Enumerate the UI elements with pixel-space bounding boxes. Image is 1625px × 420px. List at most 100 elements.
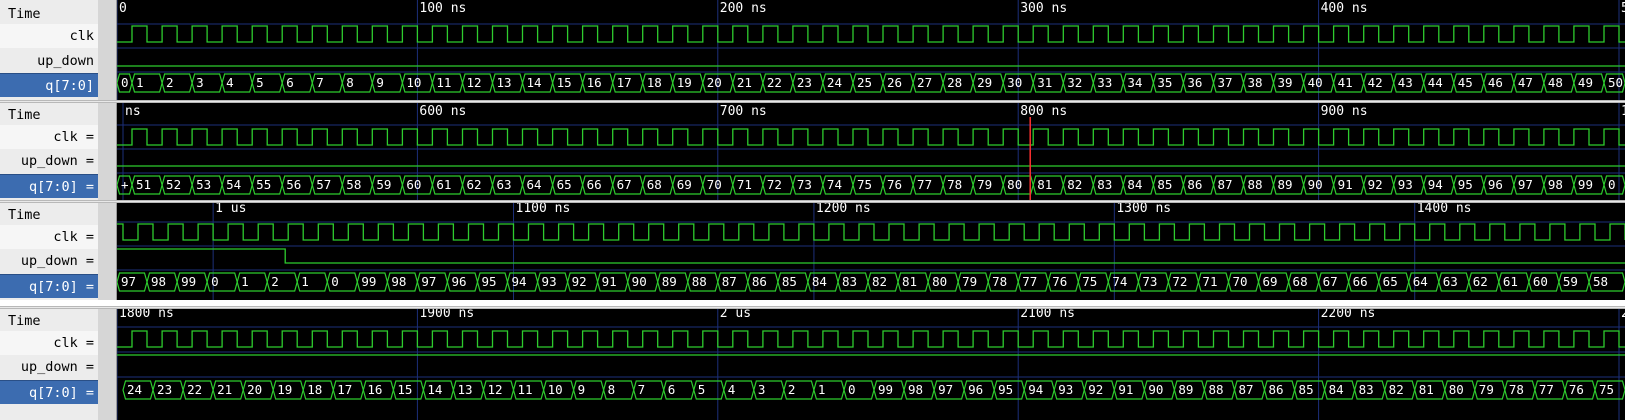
- bus-value-label: 56: [286, 177, 301, 192]
- bus-value-label: 75: [857, 177, 872, 192]
- time-tick-label: 2200 ns: [1321, 309, 1376, 321]
- time-tick-label: 400 ns: [1321, 1, 1368, 16]
- pane-splitter[interactable]: [98, 0, 117, 100]
- bus-value-label: 23: [797, 75, 812, 90]
- bus-value-label: 4: [728, 382, 736, 397]
- bus-value-label: 75: [1599, 382, 1614, 397]
- bus-value-label: 81: [902, 274, 917, 289]
- signal-name-q[interactable]: q[7:0] =: [0, 274, 98, 298]
- bus-value-label: 18: [647, 75, 662, 90]
- time-tick-label: 700 ns: [720, 104, 767, 119]
- time-tick-label: 600 ns: [419, 104, 466, 119]
- bus-value-label: 82: [872, 274, 887, 289]
- bus-value-label: 66: [1353, 274, 1368, 289]
- pane-splitter[interactable]: [98, 309, 117, 420]
- bus-value-label: 93: [542, 274, 557, 289]
- bus-value-label: 60: [1533, 274, 1548, 289]
- bus-value-label: 82: [1389, 382, 1404, 397]
- bus-value-label: 78: [1509, 382, 1524, 397]
- bus-value-label: 70: [1232, 274, 1247, 289]
- signal-name-up-down[interactable]: up_down =: [0, 149, 98, 173]
- signal-name-up-down[interactable]: up_down =: [0, 355, 98, 379]
- bus-value-label: 92: [1368, 177, 1383, 192]
- bus-value-label: 89: [1178, 382, 1193, 397]
- bus-value-label: 24: [827, 75, 842, 90]
- bus-value-label: 59: [1563, 274, 1578, 289]
- bus-value-label: 12: [487, 382, 502, 397]
- waveform-canvas[interactable]: 1800 ns 1900 ns 2 us 2100 ns 2200 ns 224 23 22 2…: [117, 309, 1625, 420]
- bus-value-label: 3: [196, 75, 204, 90]
- bus-value-label: 21: [217, 382, 232, 397]
- bus-value-label: 96: [968, 382, 983, 397]
- bus-value-label: 80: [1449, 382, 1464, 397]
- bus-value-label: 15: [397, 382, 412, 397]
- bus-value-label: 74: [827, 177, 842, 192]
- bus-value-label: 67: [617, 177, 632, 192]
- bus-value-label: 17: [617, 75, 632, 90]
- bus-value-label: 81: [1419, 382, 1434, 397]
- bus-value-label: 67: [1323, 274, 1338, 289]
- time-label: Time: [8, 107, 41, 123]
- signal-name-clk[interactable]: clk: [0, 24, 98, 48]
- time-tick-label: 200 ns: [720, 1, 767, 16]
- bus-value-label: 13: [457, 382, 472, 397]
- bus-value-label: 64: [527, 177, 542, 192]
- waveform-canvas[interactable]: ns 600 ns 700 ns 800 ns 900 ns 1 u +51 52 53 54 55…: [117, 103, 1625, 200]
- bus-value-label: 80: [1007, 177, 1022, 192]
- pane-splitter[interactable]: [98, 103, 117, 200]
- signal-name-q[interactable]: q[7:0]: [0, 73, 98, 97]
- bus-value-label: 79: [977, 177, 992, 192]
- signal-name-clk[interactable]: clk =: [0, 225, 98, 249]
- bus-value-label: 37: [1217, 75, 1232, 90]
- bus-value-label: 0: [331, 274, 339, 289]
- signal-name-up-down[interactable]: up_down =: [0, 249, 98, 273]
- signal-name-clk[interactable]: clk =: [0, 331, 98, 355]
- time-tick-label: 1900 ns: [419, 309, 474, 321]
- bus-value-label: 90: [1308, 177, 1323, 192]
- bus-value-label: 71: [1202, 274, 1217, 289]
- bus-value-label: 68: [1293, 274, 1308, 289]
- time-label: Time: [8, 313, 41, 329]
- bus-value-label: 75: [1082, 274, 1097, 289]
- waveform-canvas[interactable]: 1 us 1100 ns 1200 ns 1300 ns 1400 ns 97 98 99 0 1…: [117, 203, 1625, 300]
- bus-value-label: 47: [1518, 75, 1533, 90]
- bus-value-label: 85: [782, 274, 797, 289]
- bus-value-label: 94: [1028, 382, 1043, 397]
- bus-value-label: 80: [932, 274, 947, 289]
- bus-value-label: 0: [121, 75, 129, 90]
- bus-value-label: 3: [758, 382, 766, 397]
- time-tick-label: 800 ns: [1020, 104, 1067, 119]
- bus-value-label: 24: [127, 382, 142, 397]
- waveform-canvas[interactable]: 0100 ns200 ns300 ns400 ns500012345678910…: [117, 0, 1625, 100]
- signal-name-q[interactable]: q[7:0] =: [0, 174, 98, 198]
- signal-name-q[interactable]: q[7:0] =: [0, 380, 98, 404]
- bus-value-label: 45: [1458, 75, 1473, 90]
- bus-value-label: 90: [632, 274, 647, 289]
- bus-value-label: 11: [518, 382, 533, 397]
- bus-value-label: 36: [1187, 75, 1202, 90]
- bus-value-label: 92: [1088, 382, 1103, 397]
- bus-value-label: 42: [1368, 75, 1383, 90]
- bus-value-label: 93: [1398, 177, 1413, 192]
- pane-splitter[interactable]: [98, 203, 117, 300]
- signal-name-clk[interactable]: clk =: [0, 125, 98, 149]
- bus-value-label: 5: [698, 382, 706, 397]
- waveform-pane-2: Time clk = up_down = q[7:0] = ns 600 ns 70…: [0, 103, 1625, 200]
- bus-value-label: 77: [1539, 382, 1554, 397]
- bus-value-label: 79: [1479, 382, 1494, 397]
- bus-value-label: 10: [548, 382, 563, 397]
- time-tick-label: 1 u: [1621, 104, 1625, 119]
- time-tick-label: 1300 ns: [1116, 203, 1171, 216]
- bus-value-label: 8: [346, 75, 354, 90]
- bus-value-label: 26: [887, 75, 902, 90]
- signal-name-up-down[interactable]: up_down: [0, 49, 98, 73]
- time-tick-label: 300 ns: [1020, 1, 1067, 16]
- bus-value-label: 65: [557, 177, 572, 192]
- bus-value-label: 76: [1052, 274, 1067, 289]
- bus-value-label: 1: [136, 75, 144, 90]
- bus-value-label: 91: [1338, 177, 1353, 192]
- bus-value-label: 19: [677, 75, 692, 90]
- bus-value-label: 97: [938, 382, 953, 397]
- bus-value-label: 41: [1338, 75, 1353, 90]
- bus-value-label: 72: [767, 177, 782, 192]
